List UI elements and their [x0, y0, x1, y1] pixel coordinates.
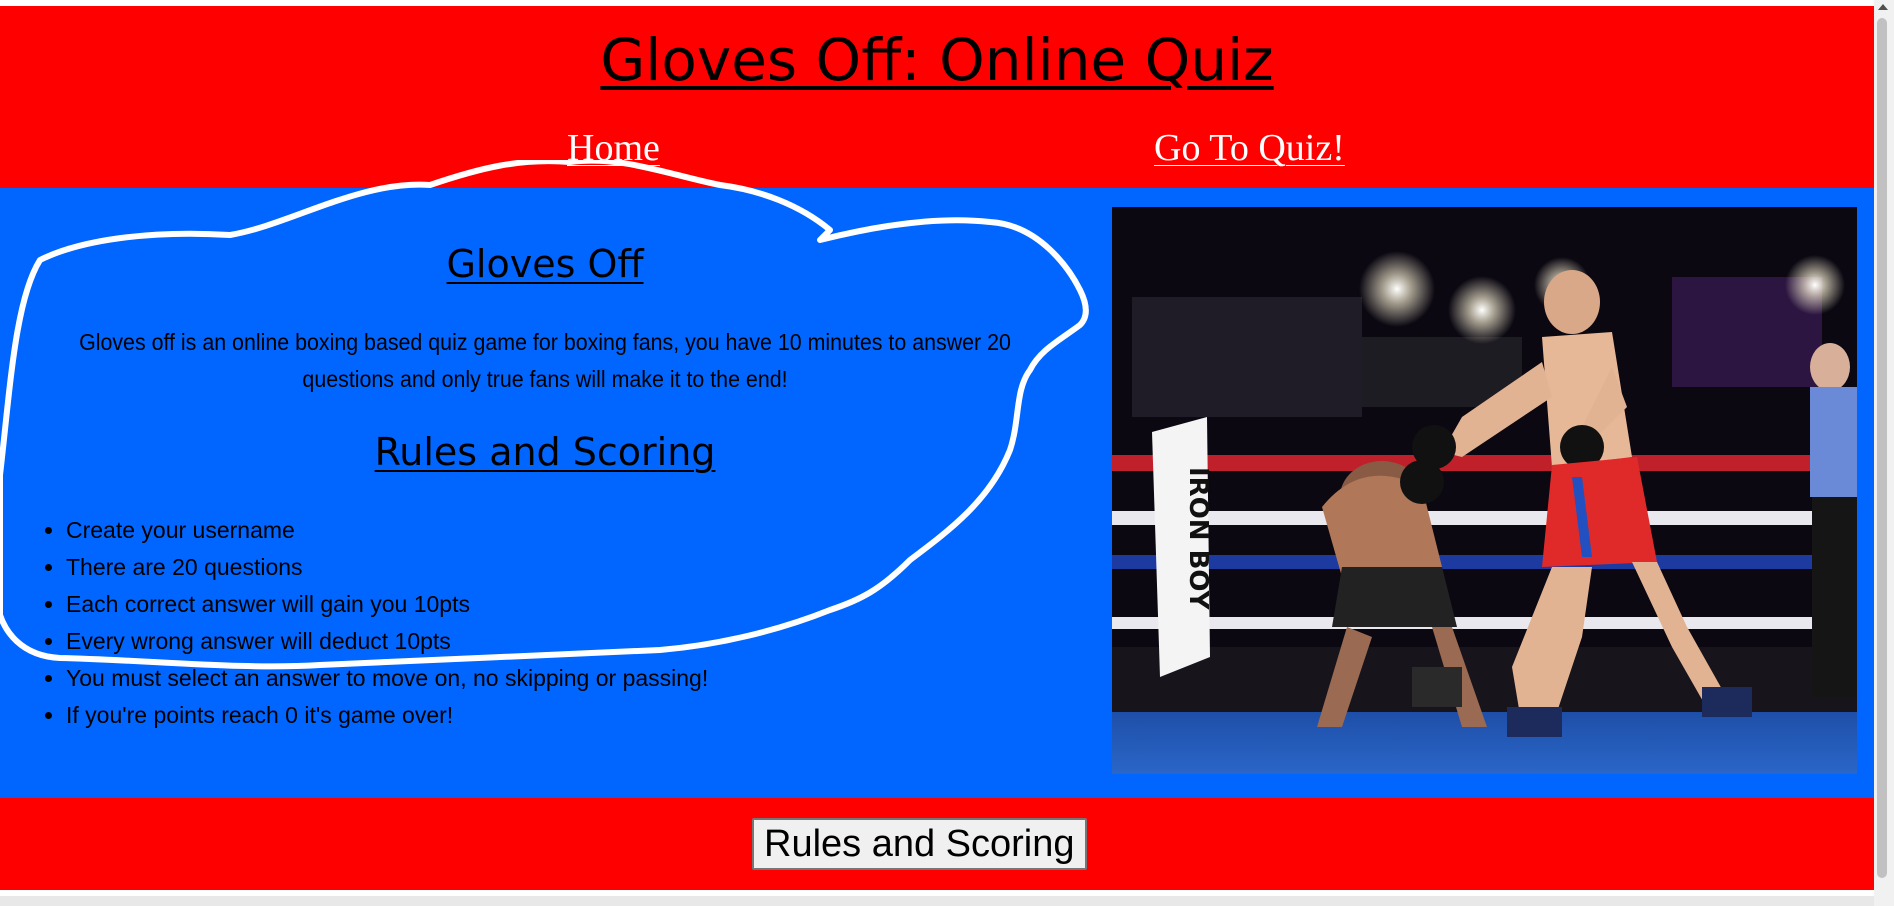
about-heading: Gloves Off: [446, 242, 644, 286]
rules-list-item: Create your username: [66, 512, 708, 549]
site-header: Gloves Off: Online Quiz Home Go To Quiz!: [0, 6, 1874, 188]
rules-list-item: Each correct answer will gain you 10pts: [66, 586, 708, 623]
vertical-scrollbar[interactable]: [1874, 0, 1894, 906]
intro-section: Gloves Off Gloves off is an online boxin…: [0, 188, 1090, 798]
site-footer: Rules and Scoring: [0, 798, 1874, 890]
nav-home-link[interactable]: Home: [567, 126, 660, 170]
svg-text:IRON BOY: IRON BOY: [1183, 467, 1213, 611]
main-content: Gloves Off Gloves off is an online boxin…: [0, 188, 1874, 798]
page-title: Gloves Off: Online Quiz: [600, 26, 1274, 94]
nav-go-to-quiz-link[interactable]: Go To Quiz!: [1154, 126, 1345, 170]
rules-list: Create your username There are 20 questi…: [30, 512, 708, 734]
scrollbar-thumb[interactable]: [1877, 18, 1887, 878]
horizontal-scrollbar-track: [0, 896, 1874, 906]
rules-list-item: There are 20 questions: [66, 549, 708, 586]
about-text: Gloves off is an online boxing based qui…: [79, 329, 1011, 392]
rules-heading: Rules and Scoring: [374, 430, 716, 474]
rules-and-scoring-button[interactable]: Rules and Scoring: [752, 818, 1087, 870]
rules-list-item: If you're points reach 0 it's game over!: [66, 697, 708, 734]
page-viewport: Gloves Off: Online Quiz Home Go To Quiz!…: [0, 0, 1874, 896]
rules-list-item: Every wrong answer will deduct 10pts: [66, 623, 708, 660]
boxing-photo: IRON BOY: [1112, 207, 1857, 774]
boxing-photo-illustration: IRON BOY: [1112, 207, 1857, 774]
rules-list-item: You must select an answer to move on, no…: [66, 660, 708, 697]
scroll-up-arrow-icon[interactable]: [1878, 4, 1888, 10]
